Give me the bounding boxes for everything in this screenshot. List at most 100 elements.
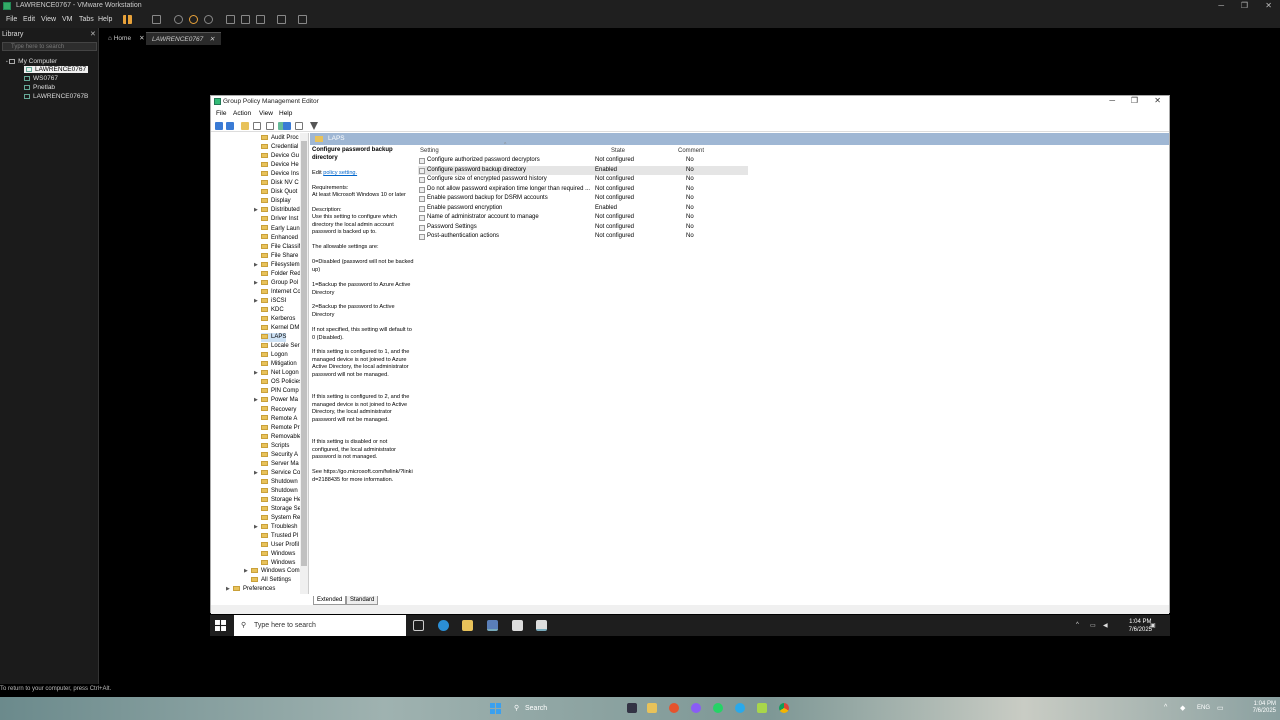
menu-edit[interactable]: Edit <box>23 16 35 23</box>
gpme-menu-help[interactable]: Help <box>279 110 292 117</box>
refresh-icon[interactable] <box>266 122 274 130</box>
tree-node[interactable]: Display <box>261 197 291 206</box>
tree-node[interactable]: All Settings <box>251 576 291 585</box>
chrome-icon[interactable] <box>779 703 789 713</box>
expand-arrow-icon[interactable]: ▶ <box>254 206 258 215</box>
edge-icon[interactable] <box>438 620 449 631</box>
notification-icon[interactable]: ▣ <box>1150 622 1156 629</box>
tree-node[interactable]: Recovery <box>261 406 296 415</box>
gpme-menu-action[interactable]: Action <box>233 110 251 117</box>
tree-node[interactable]: Driver Inst <box>261 215 298 224</box>
tree-node[interactable]: ▶ Filesystem <box>254 261 300 270</box>
tree-node[interactable]: Server Ma <box>261 460 299 469</box>
up-folder-icon[interactable] <box>241 122 249 130</box>
scrollbar-thumb[interactable] <box>301 141 307 566</box>
library-root[interactable]: ▪ My Computer <box>6 58 57 65</box>
tree-node[interactable]: ▶ Distributed <box>254 206 300 215</box>
expand-arrow-icon[interactable]: ▶ <box>254 261 258 270</box>
menu-tabs[interactable]: Tabs <box>79 16 94 23</box>
tree-node[interactable]: Storage He <box>261 496 301 505</box>
tree-node[interactable]: ▶ Windows Com <box>244 567 300 576</box>
menu-view[interactable]: View <box>41 16 56 23</box>
close-icon[interactable]: ✕ <box>1265 1 1272 10</box>
library-item-ws0767[interactable]: WS0767 <box>24 75 58 82</box>
full-screen-icon[interactable] <box>256 15 265 24</box>
minimize-icon[interactable]: ─ <box>1218 1 1224 10</box>
show-library-icon[interactable] <box>226 15 235 24</box>
tree-node[interactable]: User Profil <box>261 541 299 550</box>
setting-row[interactable]: Name of administrator account to manage N… <box>418 213 748 223</box>
tree-node[interactable]: Scripts <box>261 442 289 451</box>
language-indicator[interactable]: ENG <box>1197 705 1210 711</box>
tree-node[interactable]: Kerberos <box>261 315 295 324</box>
column-header-setting[interactable]: Setting <box>420 148 439 154</box>
library-search-input[interactable]: Type here to search <box>2 42 97 51</box>
library-item-lawrence0767[interactable]: LAWRENCE0767 <box>24 66 89 73</box>
setting-row[interactable]: Enable password encryption Enabled No <box>418 204 748 214</box>
tray-app-icon[interactable]: ◆ <box>1180 704 1185 712</box>
gpme-menu-file[interactable]: File <box>216 110 226 117</box>
guest-clock[interactable]: 1:04 PM 7/6/2025 <box>1129 618 1152 634</box>
tree-node[interactable]: ▶ Service Co <box>254 469 300 478</box>
close-icon[interactable]: ✕ <box>1154 96 1161 105</box>
tree-node[interactable]: Disk NV C <box>261 179 299 188</box>
tree-node[interactable]: Device Ins <box>261 170 299 179</box>
column-header-comment[interactable]: Comment <box>678 148 704 154</box>
tree-node[interactable]: Mitigation <box>261 360 297 369</box>
network-icon[interactable]: ▭ <box>1217 704 1224 712</box>
stretch-guest-icon[interactable] <box>298 15 307 24</box>
properties-icon[interactable] <box>295 122 303 130</box>
tree-node[interactable]: Storage Se <box>261 505 301 514</box>
tree-node[interactable]: File Classif <box>261 243 300 252</box>
tray-chevron-icon[interactable]: ^ <box>1164 704 1167 711</box>
forward-icon[interactable] <box>226 122 234 130</box>
tree-node[interactable]: Kernel DM <box>261 324 299 333</box>
column-header-state[interactable]: State <box>611 148 625 154</box>
tree-node[interactable]: Locale Ser <box>261 342 300 351</box>
tree-node[interactable]: Early Laun <box>261 225 300 234</box>
tree-node[interactable]: Windows <box>261 550 295 559</box>
setting-row[interactable]: Enable password backup for DSRM accounts… <box>418 194 748 204</box>
host-search-box[interactable]: ⚲ Search <box>505 702 625 715</box>
windows-start-icon[interactable] <box>215 620 226 631</box>
expand-arrow-icon[interactable]: ▶ <box>254 369 258 378</box>
setting-row[interactable]: Configure password backup directory Enabl… <box>418 165 748 175</box>
brave-icon[interactable] <box>669 703 679 713</box>
expand-arrow-icon[interactable]: ▶ <box>254 279 258 288</box>
expand-arrow-icon[interactable]: ▶ <box>226 585 230 594</box>
menu-vm[interactable]: VM <box>62 16 73 23</box>
tree-node[interactable]: ▶ Group Pol <box>254 279 298 288</box>
setting-row[interactable]: Post-authentication actions Not configure… <box>418 232 748 242</box>
tree-node[interactable]: File Share <box>261 252 298 261</box>
tree-node[interactable]: KDC <box>261 306 284 315</box>
tab-standard[interactable]: Standard <box>346 596 379 605</box>
volume-icon[interactable]: ◀ <box>1103 622 1108 629</box>
setting-row[interactable]: Configure authorized password decryptors… <box>418 156 748 166</box>
setting-row[interactable]: Do not allow password expiration time lo… <box>418 185 748 195</box>
menu-file[interactable]: File <box>6 16 17 23</box>
file-explorer-icon[interactable] <box>647 703 657 713</box>
help-icon[interactable] <box>283 122 291 130</box>
gpmc-icon[interactable] <box>512 620 523 631</box>
tree-node[interactable]: Audit Proc <box>261 134 299 143</box>
tab-home[interactable]: ⌂ Home ✕ <box>102 32 151 45</box>
gpme-menu-view[interactable]: View <box>259 110 273 117</box>
expand-arrow-icon[interactable]: ▶ <box>254 396 258 405</box>
tree-node[interactable]: ▶ Power Ma <box>254 396 298 405</box>
edit-policy-link[interactable]: policy setting. <box>323 170 357 176</box>
minimize-icon[interactable]: ─ <box>1109 96 1115 105</box>
back-icon[interactable] <box>215 122 223 130</box>
vmware-taskbar-icon[interactable] <box>757 703 767 713</box>
telegram-icon[interactable] <box>735 703 745 713</box>
tree-node[interactable]: Internet Co <box>261 288 301 297</box>
library-item-pnetlab[interactable]: Pnetlab <box>24 84 55 91</box>
tree-node[interactable]: Device Gu <box>261 152 299 161</box>
tree-node[interactable]: Logon <box>261 351 288 360</box>
thumbnail-bar-icon[interactable] <box>241 15 250 24</box>
pause-icon[interactable] <box>123 15 132 24</box>
tree-vertical-scrollbar[interactable] <box>300 133 308 594</box>
tree-node[interactable]: Removable <box>261 433 301 442</box>
expand-arrow-icon[interactable]: ▶ <box>254 297 258 306</box>
tree-node[interactable]: ▶ Net Logon <box>254 369 299 378</box>
revert-snapshot-icon[interactable] <box>189 15 198 24</box>
